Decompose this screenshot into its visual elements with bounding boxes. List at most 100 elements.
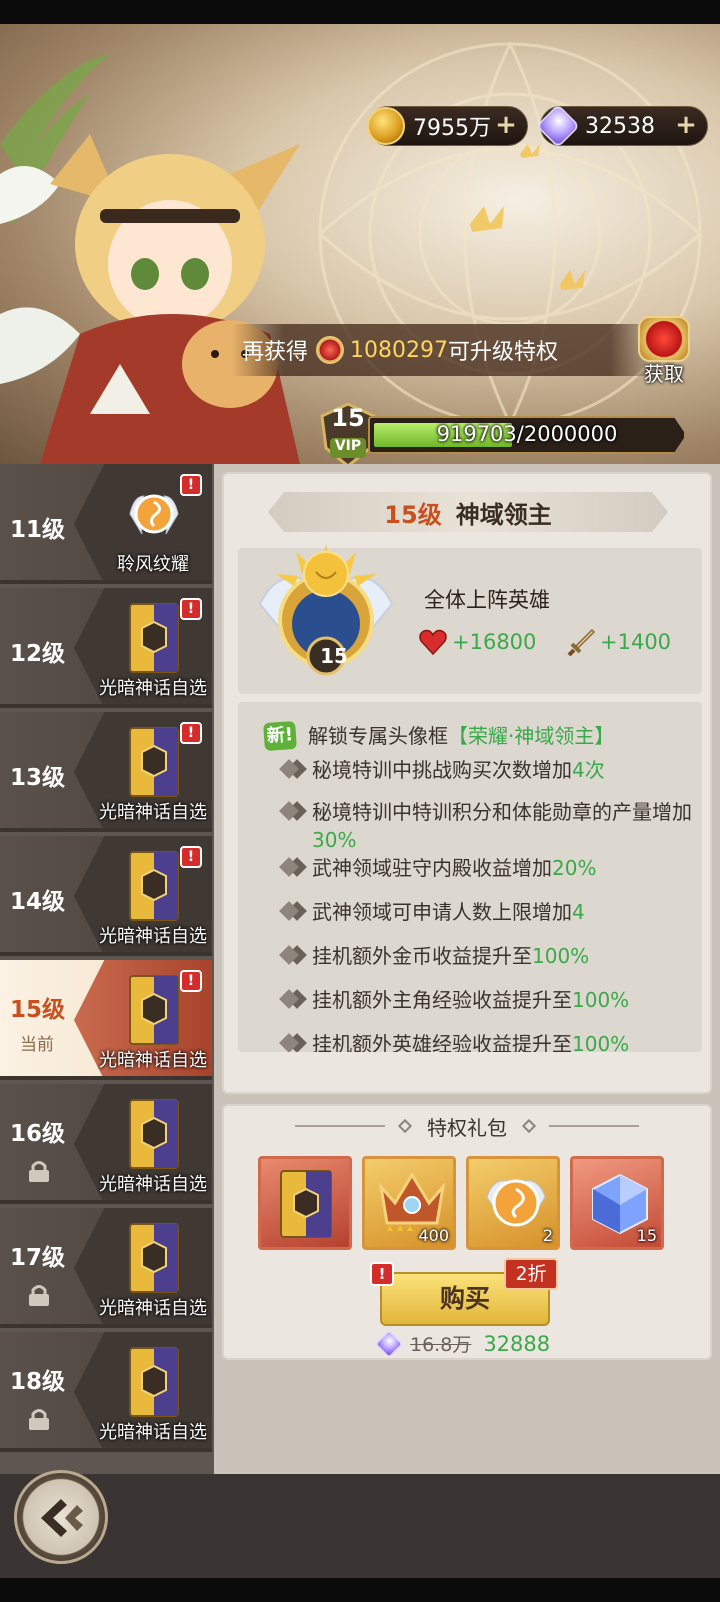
system-nav-bar <box>0 1578 720 1602</box>
add-gold-button[interactable]: + <box>493 112 519 139</box>
reward-item-name: 光暗神话自选 <box>99 926 207 947</box>
level-label: 11级 <box>10 517 66 543</box>
perk-item: 武神领域驻守内殿收益增加20% <box>279 854 692 882</box>
row-divider <box>0 952 212 956</box>
perk-value: 20% <box>552 856 597 880</box>
gift-item-crown[interactable]: 400 <box>362 1156 456 1250</box>
next-level-info: 再获得 1080297 可升级特权 <box>232 324 662 376</box>
alert-badge: ! <box>180 598 202 620</box>
level-row[interactable]: 12级光暗神话自选! <box>0 588 214 708</box>
add-gem-button[interactable]: + <box>673 112 699 139</box>
level-row[interactable]: 14级 光暗神话自选! <box>0 836 214 956</box>
level-label: 12级 <box>10 641 66 667</box>
row-divider <box>0 1448 212 1452</box>
alert-badge: ! <box>180 474 202 496</box>
next-level-suffix: 可升级特权 <box>448 340 559 365</box>
vip-point-icon <box>316 336 345 364</box>
level-row[interactable]: 16级 光暗神话自选 <box>0 1084 214 1204</box>
discount-badge: 2折 <box>504 1258 558 1290</box>
row-divider <box>0 580 212 584</box>
attack-bonus-value: +1400 <box>600 630 672 654</box>
gold-amount: 7955万 <box>413 116 491 141</box>
current-label: 当前 <box>20 1035 54 1055</box>
perk-value: 100% <box>572 1032 630 1052</box>
level-row[interactable]: 13级光暗神话自选! <box>0 712 214 832</box>
attack-bonus: +1400 <box>566 628 671 656</box>
get-label: 获取 <box>644 362 684 386</box>
light-dark-card-icon <box>129 1223 179 1293</box>
back-button[interactable] <box>14 1470 108 1564</box>
diamond-ornament-icon <box>521 1118 537 1134</box>
hp-bonus: +16800 <box>418 628 536 656</box>
hero-bonus-label: 全体上阵英雄 <box>424 588 550 612</box>
perk-item: 挂机额外金币收益提升至100% <box>279 942 692 970</box>
reward-item-name: 光暗神话自选 <box>99 678 207 699</box>
unlock-text: 解锁专属头像框 <box>308 724 448 748</box>
gold-currency: 7955万 + <box>367 106 528 146</box>
light-dark-card-icon <box>129 603 179 673</box>
vip-label: VIP <box>330 438 366 458</box>
privilege-gift-pack: 特权礼包 400 2 15 购买 ! 2折 16.8万 32888 <box>222 1104 712 1360</box>
alert-badge: ! <box>180 970 202 992</box>
bottom-bar <box>0 1474 720 1578</box>
level-label: 17级 <box>10 1245 66 1271</box>
perk-text: 挂机额外英雄经验收益提升至 <box>312 1032 572 1052</box>
perk-value: 30% <box>312 828 357 852</box>
gift-item-light-dark-card[interactable] <box>258 1156 352 1250</box>
perk-value: 100% <box>572 988 630 1012</box>
sword-icon <box>567 628 596 656</box>
title-name: 神域领主 <box>455 500 552 529</box>
level-list[interactable]: 11级 聆风纹耀! 12级 光暗神话自选! 13级 光暗神话自选! 14级 光暗神话自选! 15… <box>0 464 214 1474</box>
alert-badge: ! <box>180 722 202 744</box>
vip-progress-text: 919703/2000000 <box>436 422 618 446</box>
perk-value: 4 <box>572 900 585 924</box>
light-dark-card-icon <box>129 1347 179 1417</box>
light-dark-card-icon <box>129 975 179 1045</box>
level-row[interactable]: 11级聆风纹耀! <box>0 464 214 584</box>
perk-text: 秘境特训中挑战购买次数增加 <box>312 758 572 782</box>
light-dark-card-icon <box>280 1170 332 1238</box>
gift-header: 特权礼包 <box>224 1106 710 1146</box>
row-divider <box>0 1324 212 1328</box>
level-label: 18级 <box>10 1369 66 1395</box>
next-level-amount: 1080297 <box>350 337 448 363</box>
row-divider <box>0 828 212 832</box>
perk-value: 4次 <box>572 758 605 782</box>
level-row[interactable]: 17级 光暗神话自选 <box>0 1208 214 1328</box>
perk-text: 武神领域驻守内殿收益增加 <box>312 856 552 880</box>
perk-text: 挂机额外主角经验收益提升至 <box>312 988 572 1012</box>
new-tag: 新! <box>263 720 297 752</box>
diamond-ornament-icon <box>397 1118 413 1134</box>
reward-item-name: 光暗神话自选 <box>99 802 207 823</box>
back-arrow-icon <box>41 1499 83 1537</box>
divider <box>295 1125 385 1127</box>
level-row[interactable]: 18级 光暗神话自选 <box>0 1332 214 1452</box>
get-vip-points-button[interactable]: 获取 <box>632 316 696 386</box>
item-count: 2 <box>542 1226 553 1245</box>
level-label: 16级 <box>10 1121 66 1147</box>
privilege-card: 15级 神域领主 15 全体上阵英雄 +16800 +1400 新! 解锁专属头… <box>222 472 712 1094</box>
row-divider <box>0 704 212 708</box>
vip-header: 7955万 + 32538 + 再获得 1080297 可升级特权 获取 15 … <box>0 24 720 464</box>
perk-item: 秘境特训中挑战购买次数增加4次 <box>279 756 692 784</box>
perk-text: 武神领域可申请人数上限增加 <box>312 900 572 924</box>
hero-bonus-box: 15 全体上阵英雄 +16800 +1400 <box>238 544 702 694</box>
divider <box>549 1125 639 1127</box>
gift-item-crystal-cube[interactable]: 15 <box>570 1156 664 1250</box>
light-dark-card-icon <box>129 851 179 921</box>
item-count: 400 <box>418 1226 449 1245</box>
next-level-label: 再获得 <box>242 340 309 365</box>
lock-icon <box>29 1409 49 1430</box>
item-count: 15 <box>636 1226 657 1245</box>
privilege-title: 15级 神域领主 <box>268 492 668 532</box>
perk-item: 挂机额外主角经验收益提升至100% <box>279 986 692 1014</box>
gift-item-wind-emblem[interactable]: 2 <box>466 1156 560 1250</box>
level-label: 15级 <box>10 997 66 1023</box>
perk-text: 秘境特训中特训积分和体能勋章的产量增加 <box>312 800 692 824</box>
level-label: 13级 <box>10 765 66 791</box>
diamond-icon <box>374 1329 404 1358</box>
reward-item-name: 聆风纹耀 <box>117 554 189 575</box>
perk-list: 新! 解锁专属头像框【荣耀·神域领主】 秘境特训中挑战购买次数增加4次 秘境特训中… <box>238 702 702 1052</box>
level-row[interactable]: 15级 当前 光暗神话自选! <box>0 960 214 1080</box>
level-label: 14级 <box>10 889 66 915</box>
